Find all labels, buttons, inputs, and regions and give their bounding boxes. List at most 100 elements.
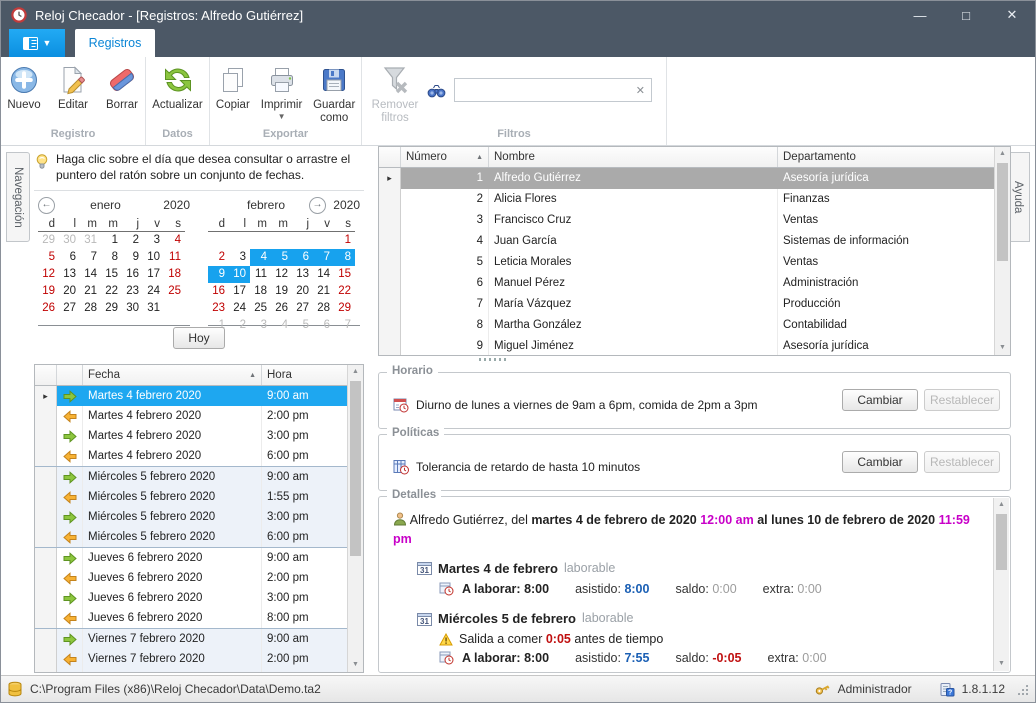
calendar-day[interactable]: 15 bbox=[101, 266, 122, 283]
calendar-day[interactable]: 5 bbox=[38, 249, 59, 266]
tab-registros[interactable]: Registros bbox=[75, 29, 155, 57]
calendar-day[interactable]: 25 bbox=[164, 283, 185, 300]
calendar-day[interactable]: 30 bbox=[59, 232, 80, 249]
scroll-thumb[interactable] bbox=[350, 381, 361, 556]
calendar-day[interactable]: 4 bbox=[164, 232, 185, 249]
calendar-day[interactable]: 8 bbox=[334, 249, 355, 266]
record-row[interactable]: Viernes 7 febrero 20203:00 pm bbox=[35, 669, 363, 673]
employees-header-numero[interactable]: Número▲ bbox=[401, 147, 489, 167]
calendar-day[interactable]: 9 bbox=[208, 266, 229, 283]
calendar-day[interactable]: 18 bbox=[164, 266, 185, 283]
calendar-day[interactable]: 22 bbox=[101, 283, 122, 300]
calendar-day[interactable]: 21 bbox=[313, 283, 334, 300]
record-row[interactable]: Jueves 6 febrero 20202:00 pm bbox=[35, 568, 363, 588]
calendar-day[interactable]: 23 bbox=[208, 300, 229, 317]
record-row[interactable]: Martes 4 febrero 20206:00 pm bbox=[35, 446, 363, 466]
calendar-day[interactable]: 31 bbox=[80, 232, 101, 249]
calendar-day[interactable]: 9 bbox=[122, 249, 143, 266]
employee-row[interactable]: 7María VázquezProducción bbox=[379, 293, 1010, 314]
scroll-up-icon[interactable]: ▲ bbox=[348, 365, 363, 379]
calendar-day[interactable]: 20 bbox=[292, 283, 313, 300]
calendar-day[interactable]: 1 bbox=[101, 232, 122, 249]
calendar-day[interactable]: 14 bbox=[80, 266, 101, 283]
calendar-day[interactable]: 5 bbox=[271, 249, 292, 266]
record-row[interactable]: Miércoles 5 febrero 20209:00 am bbox=[35, 466, 363, 487]
record-row[interactable]: Viernes 7 febrero 20209:00 am bbox=[35, 628, 363, 649]
copy-button[interactable]: Copiar bbox=[210, 62, 256, 114]
scroll-up-icon[interactable]: ▲ bbox=[995, 147, 1010, 161]
refresh-button[interactable]: Actualizar bbox=[148, 62, 208, 114]
employee-row[interactable]: 2Alicia FloresFinanzas bbox=[379, 189, 1010, 210]
scroll-down-icon[interactable]: ▼ bbox=[995, 341, 1010, 355]
record-row[interactable]: Jueves 6 febrero 20208:00 pm bbox=[35, 608, 363, 628]
calendar-day[interactable]: 22 bbox=[334, 283, 355, 300]
today-button[interactable]: Hoy bbox=[173, 327, 225, 349]
calendar-day[interactable]: 26 bbox=[38, 300, 59, 317]
record-row[interactable]: Viernes 7 febrero 20202:00 pm bbox=[35, 649, 363, 669]
calendar-day[interactable]: 27 bbox=[292, 300, 313, 317]
calendar-day[interactable]: 3 bbox=[143, 232, 164, 249]
employee-row[interactable]: 9Miguel JiménezAsesoría jurídica bbox=[379, 335, 1010, 356]
navigation-side-tab[interactable]: Navegación bbox=[6, 152, 30, 242]
new-button[interactable]: Nuevo bbox=[1, 62, 47, 114]
calendar-day[interactable]: 24 bbox=[229, 300, 250, 317]
calendar-day[interactable]: 16 bbox=[122, 266, 143, 283]
scroll-thumb[interactable] bbox=[997, 163, 1008, 261]
splitter-handle[interactable] bbox=[479, 358, 509, 361]
calendar-day[interactable]: 2 bbox=[208, 249, 229, 266]
employee-row[interactable]: 5Leticia MoralesVentas bbox=[379, 252, 1010, 273]
calendar-day[interactable]: 14 bbox=[313, 266, 334, 283]
calendar-day[interactable]: 6 bbox=[292, 249, 313, 266]
calendar-day[interactable]: 19 bbox=[271, 283, 292, 300]
remove-filters-button[interactable]: Remover filtros bbox=[366, 62, 424, 127]
politicas-reset-button[interactable]: Restablecer bbox=[924, 451, 1000, 473]
calendar-day[interactable]: 13 bbox=[292, 266, 313, 283]
calendar-day[interactable]: 12 bbox=[38, 266, 59, 283]
calendar-day[interactable]: 29 bbox=[334, 300, 355, 317]
calendar-day[interactable]: 12 bbox=[271, 266, 292, 283]
politicas-change-button[interactable]: Cambiar bbox=[842, 451, 918, 473]
calendar-prev-button[interactable]: ← bbox=[38, 197, 55, 214]
calendar-day[interactable]: 24 bbox=[143, 283, 164, 300]
details-scrollbar[interactable]: ▲ ▼ bbox=[993, 498, 1009, 671]
scroll-thumb[interactable] bbox=[996, 514, 1007, 570]
calendar-day[interactable]: 6 bbox=[59, 249, 80, 266]
calendar-day[interactable]: 29 bbox=[38, 232, 59, 249]
close-button[interactable]: ✕ bbox=[989, 1, 1035, 29]
scroll-down-icon[interactable]: ▼ bbox=[994, 657, 1009, 671]
delete-button[interactable]: Borrar bbox=[99, 62, 145, 114]
calendar-day[interactable]: 18 bbox=[250, 283, 271, 300]
record-row[interactable]: Miércoles 5 febrero 20206:00 pm bbox=[35, 527, 363, 547]
clear-search-icon[interactable]: ✕ bbox=[630, 84, 651, 97]
calendar-day[interactable]: 11 bbox=[164, 249, 185, 266]
calendar-day[interactable]: 25 bbox=[250, 300, 271, 317]
calendar-day[interactable]: 26 bbox=[271, 300, 292, 317]
employees-header-nombre[interactable]: Nombre bbox=[489, 147, 778, 167]
calendar-day[interactable]: 28 bbox=[313, 300, 334, 317]
calendar-day[interactable]: 30 bbox=[122, 300, 143, 317]
calendar-day[interactable]: 31 bbox=[143, 300, 164, 317]
calendar-day[interactable]: 7 bbox=[313, 249, 334, 266]
maximize-button[interactable]: □ bbox=[943, 1, 989, 29]
calendar-day[interactable]: 8 bbox=[101, 249, 122, 266]
employee-row[interactable]: 6Manuel PérezAdministración bbox=[379, 272, 1010, 293]
resize-grip[interactable] bbox=[1016, 683, 1029, 696]
save-as-button[interactable]: Guardar como bbox=[307, 62, 361, 127]
calendar-day[interactable]: 13 bbox=[59, 266, 80, 283]
calendar-day[interactable]: 11 bbox=[250, 266, 271, 283]
scroll-up-icon[interactable]: ▲ bbox=[994, 498, 1009, 512]
calendar-day[interactable]: 28 bbox=[80, 300, 101, 317]
edit-button[interactable]: Editar bbox=[50, 62, 96, 114]
record-row[interactable]: Martes 4 febrero 20203:00 pm bbox=[35, 426, 363, 446]
records-scrollbar[interactable]: ▲ ▼ bbox=[347, 365, 363, 672]
calendar-day[interactable]: 2 bbox=[122, 232, 143, 249]
calendar-day[interactable]: 27 bbox=[59, 300, 80, 317]
employees-scrollbar[interactable]: ▲ ▼ bbox=[994, 147, 1010, 355]
search-input[interactable] bbox=[455, 81, 630, 99]
calendar-day[interactable]: 29 bbox=[101, 300, 122, 317]
records-header-hora[interactable]: Hora bbox=[262, 365, 348, 385]
calendar-day[interactable]: 4 bbox=[250, 249, 271, 266]
calendar-day[interactable]: 16 bbox=[208, 283, 229, 300]
calendar-next-button[interactable]: → bbox=[309, 197, 326, 214]
app-menu-button[interactable]: ▼ bbox=[9, 29, 65, 57]
